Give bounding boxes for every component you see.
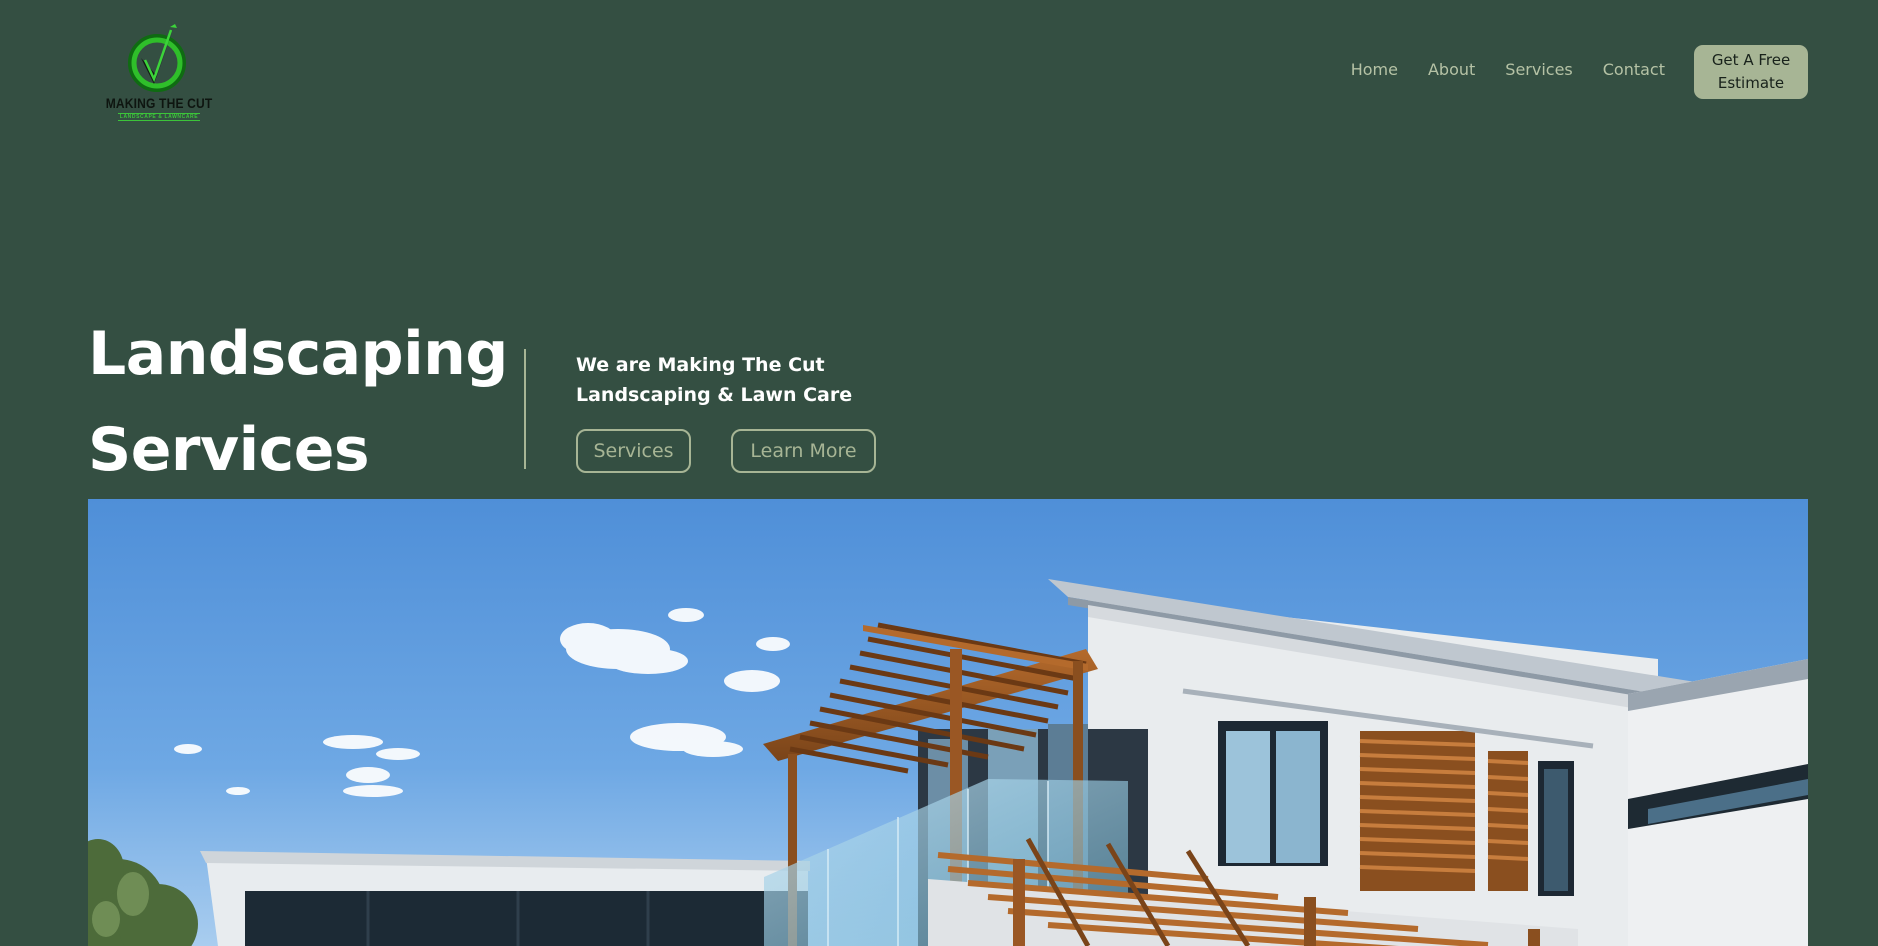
checkmark-circle-icon bbox=[128, 24, 186, 92]
get-free-estimate-button[interactable]: Get A Free Estimate bbox=[1694, 45, 1808, 99]
nav-services-link[interactable]: Services bbox=[1505, 60, 1572, 79]
hero-subtitle-line-2: Landscaping & Lawn Care bbox=[576, 384, 853, 406]
hero-subtitle: We are Making The Cut Landscaping & Lawn… bbox=[576, 350, 852, 410]
logo[interactable]: MAKING THE CUT LANDSCAPE & LAWNCARE bbox=[104, 18, 214, 130]
learn-more-button[interactable]: Learn More bbox=[731, 429, 876, 473]
nav-contact-link[interactable]: Contact bbox=[1603, 60, 1665, 79]
hero-title: Landscaping Services bbox=[88, 306, 528, 498]
cta-line-1: Get A Free bbox=[1711, 51, 1791, 69]
cta-line-2: Estimate bbox=[1717, 74, 1785, 92]
nav-about-link[interactable]: About bbox=[1428, 60, 1475, 79]
logo-name: MAKING THE CUT bbox=[105, 95, 213, 111]
hero-title-line-2: Services bbox=[88, 415, 370, 485]
logo-tagline: LANDSCAPE & LAWNCARE bbox=[117, 113, 201, 121]
hero-divider bbox=[524, 349, 526, 469]
hero-image-house bbox=[88, 499, 1808, 946]
main-nav: Home About Services Contact bbox=[1351, 60, 1665, 79]
services-button[interactable]: Services bbox=[576, 429, 691, 473]
nav-home-link[interactable]: Home bbox=[1351, 60, 1398, 79]
hero-title-line-1: Landscaping bbox=[88, 319, 508, 389]
hero-subtitle-line-1: We are Making The Cut bbox=[576, 354, 825, 376]
